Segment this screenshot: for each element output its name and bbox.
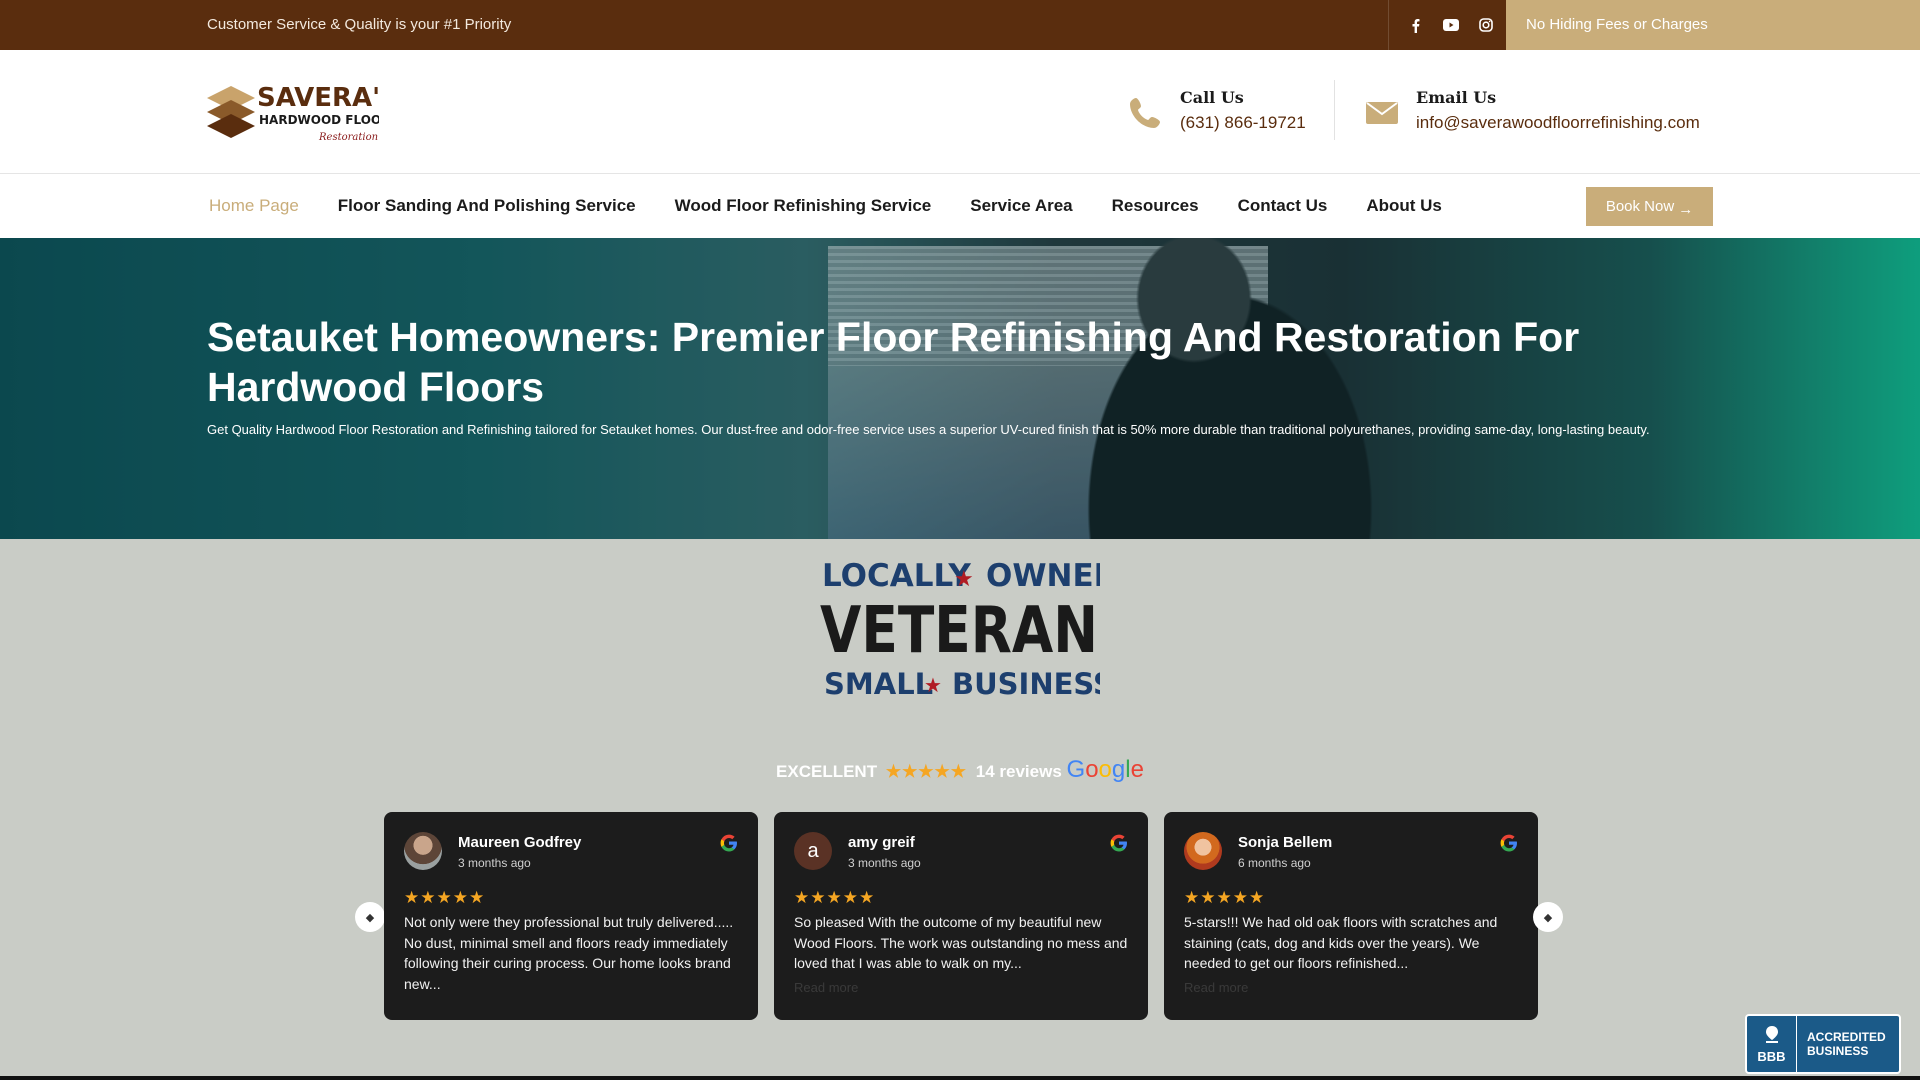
nav-resources[interactable]: Resources [1112, 196, 1199, 216]
veteran-owned-badge: LOCALLY ★ OWNED VETERAN SMALL ★ BUSINESS [820, 558, 1100, 701]
header-divider [1334, 80, 1335, 140]
review-text: 5-stars!!! We had old oak floors with sc… [1184, 914, 1498, 971]
main-nav: Home Page Floor Sanding And Polishing Se… [0, 174, 1920, 238]
nav-home[interactable]: Home Page [209, 196, 299, 216]
reviews-next-button[interactable]: ◆ [1533, 902, 1563, 932]
review-text: Not only were they professional but trul… [404, 914, 734, 992]
reviewer-avatar [1184, 832, 1222, 870]
read-more-link[interactable]: Read more [794, 980, 858, 995]
logo-mark-icon [207, 86, 255, 138]
logo-subtitle: HARDWOOD FLOOR [259, 113, 379, 127]
bbb-seal-icon: BBB [1747, 1016, 1797, 1072]
read-more-link[interactable]: Read more [1184, 980, 1248, 995]
badge-line1: LOCALLY [822, 558, 971, 594]
arrow-right-icon: → [1678, 201, 1694, 218]
nav-floor-sanding[interactable]: Floor Sanding And Polishing Service [338, 196, 636, 216]
nav-service-area[interactable]: Service Area [970, 196, 1072, 216]
review-date: 3 months ago [848, 856, 921, 870]
review-stars: ★★★★★ [404, 888, 486, 907]
nav-about-us[interactable]: About Us [1366, 196, 1442, 216]
chevron-left-icon: ◆ [365, 911, 375, 924]
book-now-label: Book Now [1605, 198, 1675, 215]
logo-title: SAVERA'S [257, 83, 379, 113]
hero-description: Get Quality Hardwood Floor Restoration a… [207, 422, 1650, 437]
chevron-right-icon: ◆ [1543, 911, 1553, 924]
reviewer-name: Sonja Bellem [1238, 834, 1333, 851]
review-card[interactable]: Maureen Godfrey 3 months ago ★★★★★ Not o… [384, 812, 758, 1020]
reviewer-name: amy greif [848, 834, 915, 851]
badge-line2: VETERAN [820, 594, 1098, 668]
top-bar: Customer Service & Quality is your #1 Pr… [0, 0, 1920, 50]
rating-label: EXCELLENT [776, 762, 878, 781]
bbb-line1: ACCREDITED [1807, 1030, 1886, 1044]
reviewer-avatar [404, 832, 442, 870]
reviewer-avatar: a [794, 832, 832, 870]
facebook-icon[interactable] [1407, 17, 1424, 34]
review-stars: ★★★★★ [1184, 888, 1266, 907]
google-g-icon [1110, 834, 1127, 852]
badge-line3b: BUSINESS [952, 667, 1100, 701]
email-address[interactable]: info@saverawoodfloorrefinishing.com [1416, 113, 1700, 133]
badge-line1b: OWNED [986, 558, 1100, 594]
nav-contact-us[interactable]: Contact Us [1238, 196, 1328, 216]
rating-stars: ★★★★★ [885, 762, 968, 781]
review-card[interactable]: a amy greif 3 months ago ★★★★★ So please… [774, 812, 1148, 1020]
site-logo[interactable]: SAVERA'S HARDWOOD FLOOR Restoration [207, 76, 379, 148]
logo-script: Restoration [318, 132, 378, 143]
review-card[interactable]: Sonja Bellem 6 months ago ★★★★★ 5-stars!… [1164, 812, 1538, 1020]
email-us-label: Email Us [1416, 88, 1497, 107]
badge-star-icon-2: ★ [924, 675, 942, 697]
envelope-icon [1366, 102, 1398, 124]
social-links [1388, 0, 1494, 50]
badge-line3: SMALL [824, 667, 933, 701]
review-date: 6 months ago [1238, 856, 1311, 870]
nav-wood-floor-refinishing[interactable]: Wood Floor Refinishing Service [675, 196, 932, 216]
page-bottom-border [0, 1076, 1920, 1080]
promo-banner: No Hiding Fees or Charges [1506, 0, 1920, 50]
hero-banner: Setauket Homeowners: Premier Floor Refin… [0, 238, 1920, 539]
bbb-accredited-badge[interactable]: BBB ACCREDITED BUSINESS [1745, 1014, 1901, 1074]
review-count[interactable]: 14 reviews [976, 762, 1062, 781]
email-us-block: Email Us info@saverawoodfloorrefinishing… [1364, 88, 1700, 133]
review-stars: ★★★★★ [794, 888, 876, 907]
review-text: So pleased With the outcome of my beauti… [794, 914, 1128, 971]
book-now-button[interactable]: Book Now → [1586, 187, 1713, 226]
review-date: 3 months ago [458, 856, 531, 870]
google-rating-summary: EXCELLENT ★★★★★ 14 reviews Google [0, 756, 1920, 784]
google-g-icon [720, 834, 737, 852]
tagline: Customer Service & Quality is your #1 Pr… [207, 16, 512, 33]
reviews-prev-button[interactable]: ◆ [355, 902, 385, 932]
reviewer-name: Maureen Godfrey [458, 834, 582, 851]
call-us-block: Call Us (631) 866-19721 [1128, 88, 1306, 133]
phone-icon [1130, 98, 1160, 128]
bbb-line2: BUSINESS [1807, 1044, 1869, 1058]
phone-number[interactable]: (631) 866-19721 [1180, 113, 1306, 133]
hero-title: Setauket Homeowners: Premier Floor Refin… [207, 314, 1580, 410]
youtube-icon[interactable] [1442, 17, 1459, 34]
google-g-icon [1500, 834, 1517, 852]
google-logo-icon: Google [1066, 756, 1144, 783]
call-us-label: Call Us [1180, 88, 1244, 107]
instagram-icon[interactable] [1477, 17, 1494, 34]
badge-star-icon: ★ [954, 566, 974, 591]
site-header: SAVERA'S HARDWOOD FLOOR Restoration Call… [0, 50, 1920, 174]
